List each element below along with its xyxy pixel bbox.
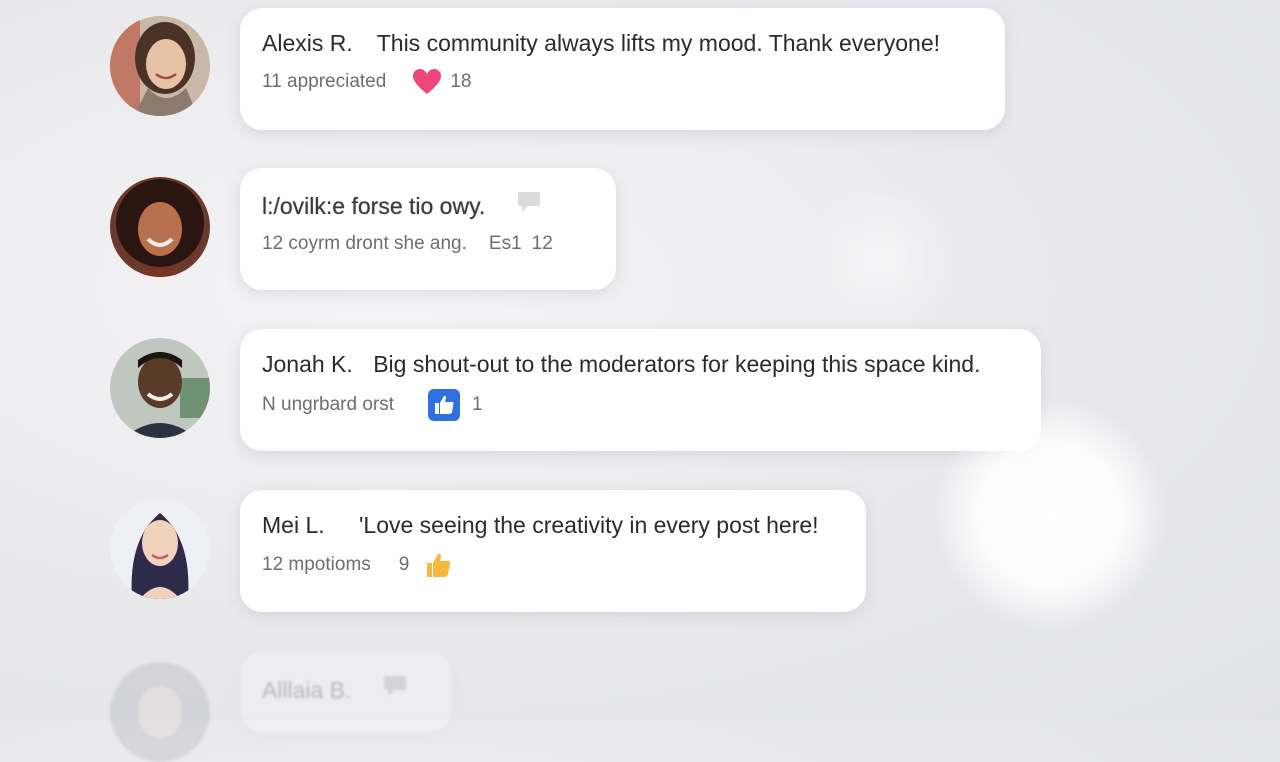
comment-text: 'Love seeing the creativity in every pos… <box>359 512 819 538</box>
background-glow-soft <box>800 180 960 340</box>
speech-bubble-icon[interactable] <box>516 188 542 214</box>
comment-author[interactable]: Jonah K. <box>262 351 353 377</box>
reaction-count: 1 <box>472 394 483 415</box>
reaction-count: 12 <box>531 233 553 254</box>
comment-text: Big shout-out to the moderators for keep… <box>373 351 981 377</box>
comment-bubble: Jonah K. Big shout-out to the moderators… <box>240 329 1041 451</box>
comment-text: This community always lifts my mood. Tha… <box>376 30 941 56</box>
speech-bubble-icon[interactable] <box>382 672 408 698</box>
heart-icon[interactable] <box>412 68 442 96</box>
comment-author[interactable]: Mei L. <box>262 512 325 538</box>
background-glow <box>935 400 1165 630</box>
comment-bubble: Alllaia B. <box>240 652 452 732</box>
comment-meta: 12 mpotioms <box>262 554 371 575</box>
reaction-count: 18 <box>450 71 472 92</box>
avatar[interactable] <box>110 338 210 438</box>
reaction-count: 9 <box>398 554 410 575</box>
comment-meta-extra: Es1 <box>488 233 522 254</box>
comment-text: l:/ovilk:e forse tio owy. <box>262 193 486 219</box>
comment-bubble: Mei L. 'Love seeing the creativity in ev… <box>240 490 866 612</box>
comment-meta: N ungrbard orst <box>262 394 395 415</box>
avatar[interactable] <box>110 499 210 599</box>
thumbs-up-blue-icon[interactable] <box>428 389 461 421</box>
comment-author[interactable]: Alexis R. <box>262 30 353 56</box>
comment-meta: 11 appreciated <box>262 71 387 92</box>
comment-bubble: Alexis R. This community always lifts my… <box>240 8 1005 130</box>
comment-bubble: l:/ovilk:e forse tio owy. 12 coyrm dront… <box>240 168 616 290</box>
avatar[interactable] <box>110 177 210 277</box>
thumbs-up-yellow-icon[interactable] <box>423 550 453 580</box>
comment-author[interactable]: Alllaia B. <box>262 677 351 703</box>
avatar[interactable] <box>110 662 210 762</box>
avatar[interactable] <box>110 16 210 116</box>
comment-meta: 12 coyrm dront she ang. <box>262 233 467 254</box>
